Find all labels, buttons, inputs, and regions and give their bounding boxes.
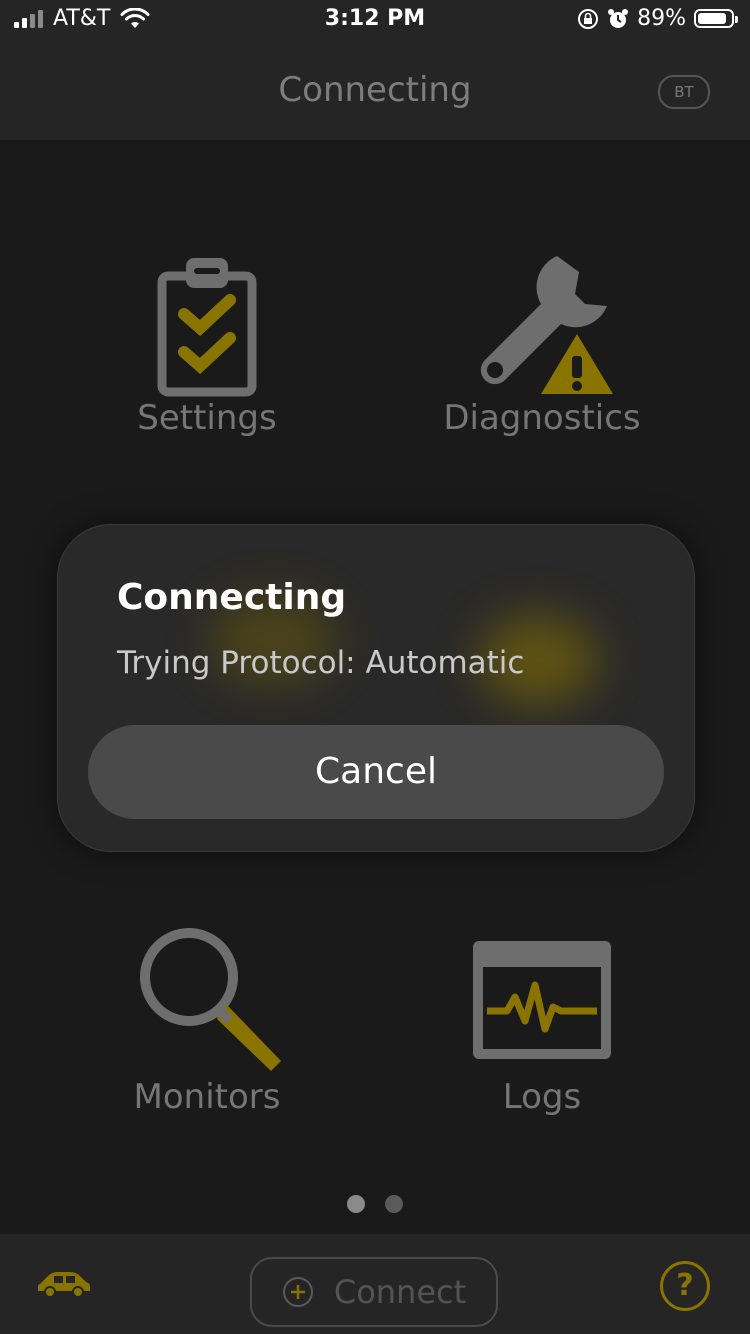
nav-bar: Connecting BT <box>0 40 750 140</box>
bluetooth-badge[interactable]: BT <box>658 75 710 109</box>
tile-logs-label: Logs <box>502 1077 582 1117</box>
wrench-warning-icon <box>480 256 613 394</box>
car-icon[interactable] <box>36 1270 92 1298</box>
clipboard-checklist-icon <box>157 258 257 397</box>
tile-logs[interactable]: Logs <box>442 925 642 1117</box>
page-indicator <box>0 1195 750 1213</box>
help-icon[interactable]: ? <box>660 1261 710 1311</box>
cancel-button[interactable]: Cancel <box>88 725 664 819</box>
dialog-message: Trying Protocol: Automatic <box>117 645 525 681</box>
page-dot[interactable] <box>385 1195 403 1213</box>
battery-icon <box>694 9 738 28</box>
dialog-title: Connecting <box>117 577 347 618</box>
bottom-bar: Connect ? <box>0 1234 750 1334</box>
magnifier-icon <box>140 928 281 1071</box>
connect-button[interactable]: Connect <box>250 1257 498 1327</box>
connecting-dialog: Connecting Trying Protocol: Automatic Ca… <box>57 524 695 852</box>
tile-settings[interactable]: Settings <box>107 248 307 438</box>
page-dot[interactable] <box>347 1195 365 1213</box>
tile-diagnostics-label: Diagnostics <box>443 398 641 438</box>
status-bar: AT&T 3:12 PM 89% <box>0 0 750 40</box>
tile-monitors-label: Monitors <box>133 1077 281 1117</box>
connect-label: Connect <box>333 1273 467 1311</box>
app-root: AT&T 3:12 PM 89% Connecting BT Settings … <box>0 0 750 1334</box>
tile-diagnostics[interactable]: Diagnostics <box>432 248 652 438</box>
status-right: 89% <box>577 6 738 31</box>
orientation-lock-icon <box>578 8 599 29</box>
battery-percent: 89% <box>637 6 686 31</box>
tile-monitors[interactable]: Monitors <box>107 925 307 1117</box>
waveform-monitor-icon <box>473 941 611 1059</box>
tile-settings-label: Settings <box>137 398 277 438</box>
nav-title: Connecting <box>278 70 472 110</box>
alarm-icon <box>608 8 629 28</box>
plus-circle-icon <box>282 1277 313 1307</box>
